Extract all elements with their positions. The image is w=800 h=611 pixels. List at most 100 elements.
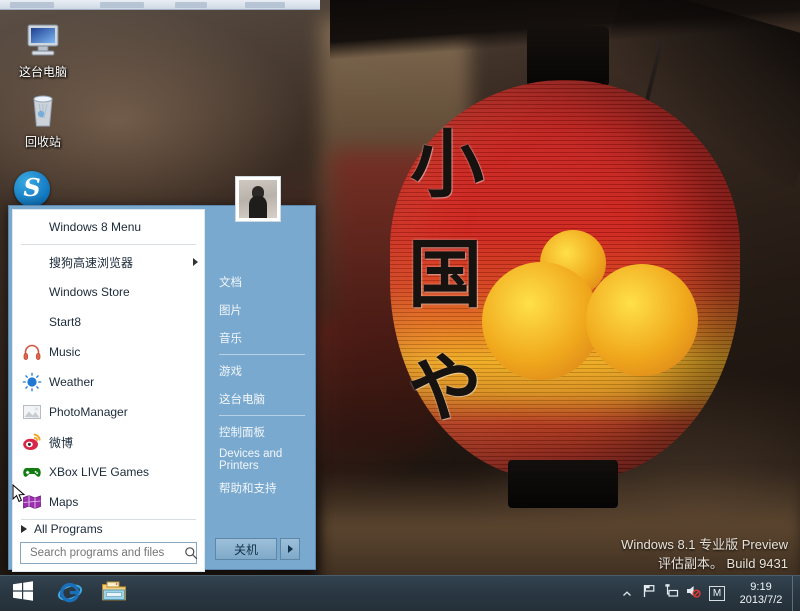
shutdown-button[interactable]: 关机 — [215, 538, 277, 560]
flag-icon — [641, 583, 657, 604]
program-item-music[interactable]: Music — [13, 337, 204, 367]
avatar-photo — [239, 180, 277, 218]
tray-action-center[interactable] — [638, 576, 660, 611]
places-item-help-and-support[interactable]: 帮助和支持 — [215, 474, 315, 502]
desktop-icon-this-pc[interactable]: 这台电脑 — [5, 18, 81, 79]
places-item-label: 图片 — [219, 305, 242, 317]
places-item-label: 控制面板 — [219, 427, 265, 439]
avatar[interactable] — [235, 176, 281, 222]
clock-time: 9:19 — [750, 580, 772, 593]
sliver-tab-2 — [100, 2, 144, 8]
program-item-start8[interactable]: Start8 — [13, 307, 204, 337]
lantern-kanji-2: 国 — [408, 232, 482, 318]
submenu-arrow-icon — [193, 258, 198, 266]
places-item-games[interactable]: 游戏 — [215, 357, 315, 385]
computer-icon — [5, 18, 81, 62]
network-icon — [663, 583, 679, 604]
program-item-label: Music — [49, 345, 81, 359]
places-item-pictures[interactable]: 图片 — [215, 296, 315, 324]
sliver-tab-1 — [10, 2, 54, 8]
start-menu-left-pane: Windows 8 Menu 搜狗高速浏览器 Windows Store Sta… — [12, 209, 205, 572]
program-item-label: XBox LIVE Games — [49, 465, 150, 479]
program-item-weibo[interactable]: 微博 — [13, 427, 204, 457]
sliver-tab-4 — [245, 2, 285, 8]
places-item-music[interactable]: 音乐 — [215, 324, 315, 352]
recycle-bin-icon — [5, 88, 81, 132]
watermark-line-1: Windows 8.1 专业版 Preview — [621, 537, 788, 552]
weibo-icon — [21, 431, 43, 453]
chevron-up-icon — [622, 585, 632, 603]
start-button[interactable] — [0, 576, 46, 611]
lantern-base — [508, 460, 618, 508]
places-item-devices-and-printers[interactable]: Devices and Printers — [215, 446, 315, 474]
desktop-icon-recycle-bin[interactable]: 回收站 — [5, 88, 81, 149]
search-area — [13, 537, 204, 571]
places-item-this-pc[interactable]: 这台电脑 — [215, 385, 315, 413]
program-item-label: 搜狗高速浏览器 — [49, 255, 134, 270]
places-item-label: 游戏 — [219, 366, 242, 378]
places-item-control-panel[interactable]: 控制面板 — [215, 418, 315, 446]
taskbar-clock[interactable]: 9:19 2013/7/2 — [730, 581, 792, 607]
background-window-sliver[interactable] — [0, 0, 320, 10]
lantern-kanji-3: や — [408, 346, 482, 432]
taskbar-app-file-explorer[interactable] — [94, 579, 134, 609]
places-item-documents[interactable]: 文档 — [215, 268, 315, 296]
lantern-kanji-1: 小 — [410, 122, 484, 208]
tray-overflow-button[interactable] — [616, 576, 638, 611]
tray-network[interactable] — [660, 576, 682, 611]
taskbar-app-internet-explorer[interactable] — [50, 579, 90, 609]
photo-icon — [21, 401, 43, 423]
lantern-cap — [527, 26, 609, 86]
watermark-line-2: 评估副本。 Build 9431 — [657, 556, 788, 571]
chevron-right-icon — [287, 545, 293, 553]
program-item-maps[interactable]: Maps — [13, 487, 204, 517]
program-item-label: Maps — [49, 495, 79, 509]
tray-volume[interactable] — [682, 576, 704, 611]
lantern-circle-left — [482, 262, 600, 380]
shutdown-options-button[interactable] — [280, 538, 300, 560]
xbox-controller-icon — [21, 461, 43, 483]
internet-explorer-icon — [57, 578, 83, 609]
program-item-label: 微博 — [49, 435, 74, 450]
places-list: 文档 图片 音乐 游戏 这台电脑 控制面板 Devices and Printe… — [215, 268, 315, 502]
taskbar: M 9:19 2013/7/2 — [0, 575, 800, 611]
program-item-weather[interactable]: Weather — [13, 367, 204, 397]
program-item-photomanager[interactable]: PhotoManager — [13, 397, 204, 427]
speaker-muted-icon — [685, 583, 701, 604]
ime-label: M — [708, 586, 726, 601]
program-item-windows-store[interactable]: Windows Store — [13, 277, 204, 307]
windows-logo-icon — [12, 580, 34, 607]
search-box[interactable] — [20, 542, 198, 564]
desktop-screen: 小 国 や 这台电脑 回收站 S Windows 8 Menu 搜狗高速浏览器 … — [0, 0, 800, 611]
program-list-separator-2 — [21, 519, 196, 520]
headphones-icon — [21, 341, 43, 363]
windows-watermark: Windows 8.1 专业版 Preview 评估副本。 Build 9431 — [621, 535, 788, 573]
clock-date: 2013/7/2 — [739, 593, 783, 606]
program-item-windows-8-menu[interactable]: Windows 8 Menu — [13, 212, 204, 242]
program-item-xbox-live-games[interactable]: XBox LIVE Games — [13, 457, 204, 487]
places-item-label: 文档 — [219, 277, 242, 289]
all-programs-button[interactable]: All Programs — [13, 522, 204, 537]
desktop-icon-label: 回收站 — [24, 135, 61, 149]
system-tray: M 9:19 2013/7/2 — [616, 576, 800, 611]
sogou-logo-letter: S — [23, 173, 41, 202]
desktop-icon-label: 这台电脑 — [18, 65, 67, 79]
shutdown-label: 关机 — [233, 542, 258, 557]
search-icon[interactable] — [184, 546, 198, 560]
places-separator-2 — [219, 415, 305, 416]
shutdown-row: 关机 — [215, 538, 300, 560]
tray-ime-indicator[interactable]: M — [704, 576, 730, 611]
program-item-sogou-browser[interactable]: 搜狗高速浏览器 — [13, 247, 204, 277]
program-item-label: Weather — [49, 375, 95, 389]
mouse-cursor — [12, 483, 26, 509]
places-item-label: 这台电脑 — [219, 394, 265, 406]
places-separator-1 — [219, 354, 305, 355]
places-item-label: Devices and Printers — [219, 448, 283, 472]
program-item-label: Windows Store — [49, 285, 130, 299]
program-item-label: Windows 8 Menu — [49, 220, 142, 234]
all-programs-label: All Programs — [34, 522, 103, 537]
search-input[interactable] — [30, 547, 184, 559]
sliver-tab-3 — [175, 2, 207, 8]
places-item-label: 帮助和支持 — [219, 483, 277, 495]
show-desktop-button[interactable] — [792, 576, 798, 611]
